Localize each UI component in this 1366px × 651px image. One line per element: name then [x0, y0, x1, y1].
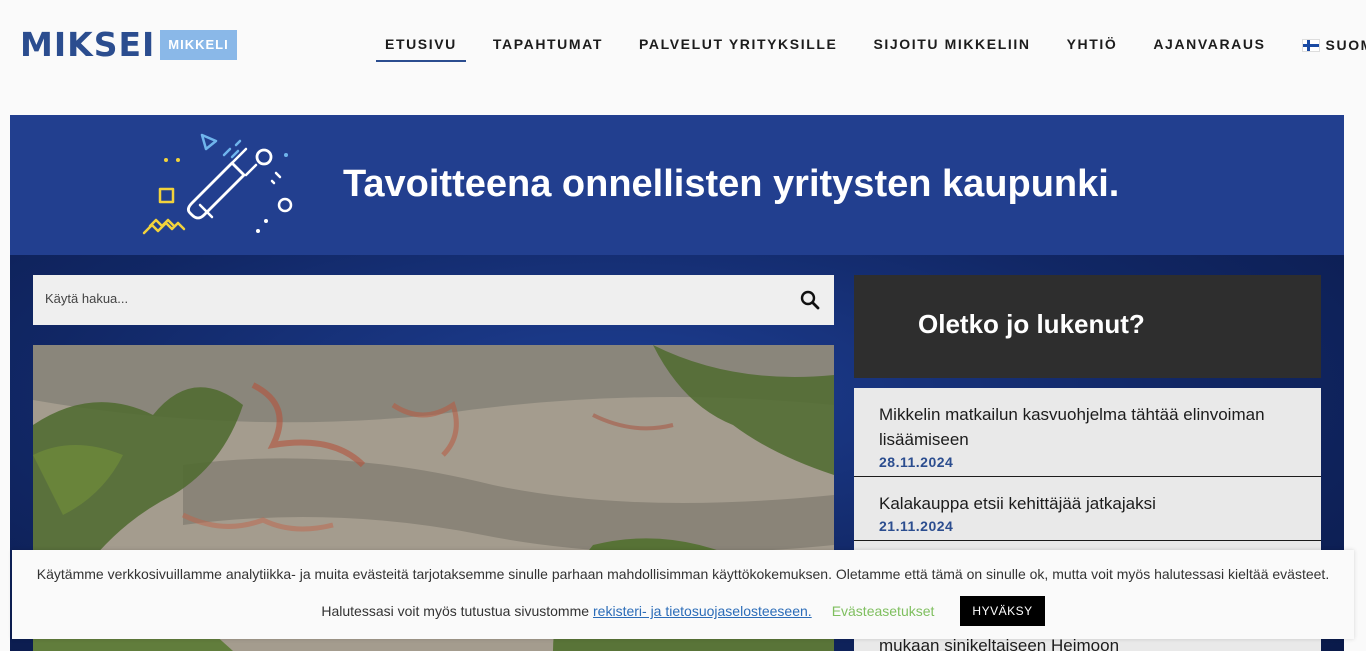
cookie-message: Käytämme verkkosivuillamme analytiikka- …: [36, 566, 1330, 582]
article-date: 21.11.2024: [879, 518, 954, 534]
search-input[interactable]: [43, 290, 787, 307]
banner-title: Tavoitteena onnellisten yritysten kaupun…: [343, 163, 1120, 205]
sidebar-header: Oletko jo lukenut?: [854, 275, 1321, 378]
hero-banner: Tavoitteena onnellisten yritysten kaupun…: [10, 115, 1344, 255]
champagne-bottle-icon: [142, 133, 293, 235]
cookie-privacy-text: Halutessasi voit myös tutustua sivustomm…: [321, 603, 590, 619]
article-title[interactable]: Mikkelin matkailun kasvuohjelma tähtää e…: [879, 402, 1296, 452]
list-item[interactable]: Kalakauppa etsii kehittäjää jatkajaksi 2…: [854, 477, 1321, 541]
logo[interactable]: MIKSEI MIKKELI: [20, 28, 237, 62]
site-header: MIKSEI MIKKELI ETUSIVU TAPAHTUMAT PALVEL…: [0, 0, 1366, 115]
logo-text: MIKSEI: [20, 25, 156, 64]
nav-item-etusivu[interactable]: ETUSIVU: [376, 36, 466, 62]
logo-tag: MIKKELI: [160, 30, 237, 60]
nav-item-tapahtumat[interactable]: TAPAHTUMAT: [493, 36, 603, 62]
nav-item-sijoitu-mikkeliin[interactable]: SIJOITU MIKKELIIN: [873, 36, 1030, 62]
article-date: 28.11.2024: [879, 454, 954, 470]
sidebar-title: Oletko jo lukenut?: [918, 309, 1145, 339]
finland-flag-icon: [1301, 38, 1320, 52]
nav-item-palvelut-yrityksille[interactable]: PALVELUT YRITYKSILLE: [639, 36, 837, 62]
accept-cookies-button[interactable]: HYVÄKSY: [960, 596, 1045, 626]
nav-item-ajanvaraus[interactable]: AJANVARAUS: [1153, 36, 1265, 62]
cookie-actions: Halutessasi voit myös tutustua sivustomm…: [12, 596, 1354, 626]
nav-item-yhtio[interactable]: YHTIÖ: [1067, 36, 1118, 62]
privacy-policy-link[interactable]: rekisteri- ja tietosuojaselosteeseen.: [593, 603, 812, 619]
search-bar: [33, 275, 834, 325]
article-title[interactable]: Kalakauppa etsii kehittäjää jatkajaksi: [879, 491, 1296, 516]
cookie-consent-bar: Käytämme verkkosivuillamme analytiikka- …: [12, 550, 1354, 639]
cookie-settings-link[interactable]: Evästeasetukset: [832, 603, 935, 619]
language-switcher[interactable]: SUOMI: [1301, 36, 1366, 62]
search-icon[interactable]: [800, 290, 820, 310]
language-label: SUOMI: [1325, 37, 1366, 53]
list-item[interactable]: Mikkelin matkailun kasvuohjelma tähtää e…: [854, 388, 1321, 477]
main-nav: ETUSIVU TAPAHTUMAT PALVELUT YRITYKSILLE …: [376, 36, 1366, 62]
